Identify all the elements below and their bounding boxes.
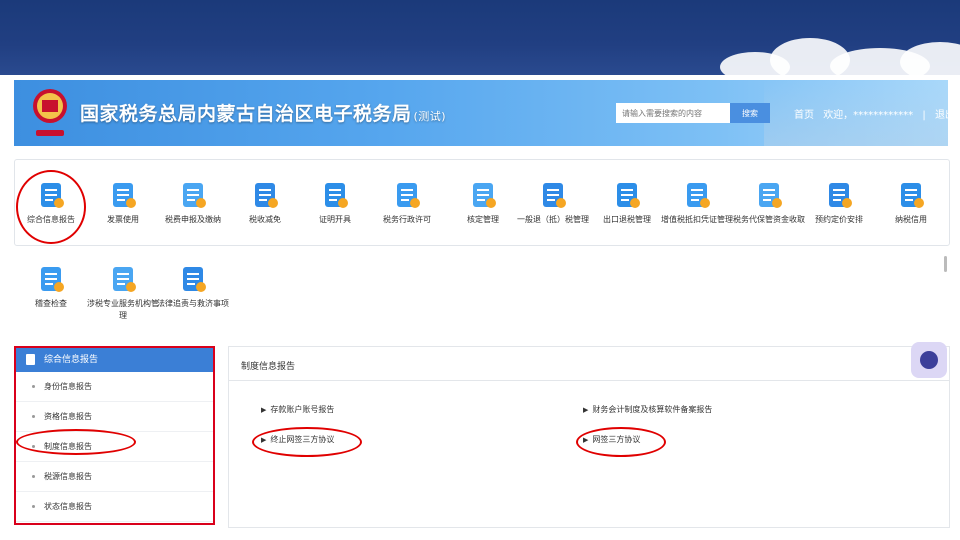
scrollbar-handle[interactable] xyxy=(944,256,947,272)
assistant-robot-button[interactable] xyxy=(911,342,947,378)
site-title-text: 国家税务总局内蒙古自治区电子税务局 xyxy=(80,103,412,125)
menu-item-3[interactable]: 税费申报及缴纳 xyxy=(154,180,232,226)
highlight-circle-annotation xyxy=(16,170,86,244)
menu-item-label: 税务代保管资金收取 xyxy=(733,215,805,224)
menu-item-8[interactable]: 一般退（抵）税管理 xyxy=(514,180,592,226)
menu-item-13[interactable]: 纳税信用 xyxy=(872,180,950,226)
menu-item-label: 税费申报及缴纳 xyxy=(165,215,221,224)
link-label: 财务会计制度及核算软件备案报告 xyxy=(592,405,713,414)
menu-item-label: 税收减免 xyxy=(249,215,281,224)
separator: | xyxy=(922,110,926,121)
highlight-ring-annotation xyxy=(16,429,136,455)
sidebar-item-qualification[interactable]: 资格信息报告 xyxy=(16,402,213,432)
triangle-icon: ▶ xyxy=(261,406,267,414)
menu-item-label: 税务行政许可 xyxy=(383,215,431,224)
slide-top-banner xyxy=(0,0,960,75)
search-input[interactable] xyxy=(616,103,730,123)
site-header: 国家税务总局内蒙古自治区电子税务局(测试) 搜索 首页 欢迎，*********… xyxy=(14,80,948,146)
admin-license-icon xyxy=(392,180,422,210)
tax-payment-icon xyxy=(178,180,208,210)
pricing-schedule-icon xyxy=(824,180,854,210)
certificate-icon xyxy=(320,180,350,210)
robot-icon xyxy=(920,351,938,369)
menu-item-14[interactable]: 稽查检查 xyxy=(12,264,90,310)
tax-emblem-logo xyxy=(33,89,67,136)
menu-item-label: 发票使用 xyxy=(107,215,139,224)
tax-refund-icon xyxy=(538,180,568,210)
tax-relief-icon xyxy=(250,180,280,210)
service-agency-icon xyxy=(108,264,138,294)
menu-item-16[interactable]: 法律追责与救济事项 xyxy=(154,264,232,310)
link-accounting-system[interactable]: ▶ 财务会计制度及核算软件备案报告 xyxy=(583,404,712,415)
export-refund-icon xyxy=(612,180,642,210)
menu-item-5[interactable]: 证明开具 xyxy=(296,180,374,226)
menu-item-10[interactable]: 增值税抵扣凭证管理 xyxy=(658,180,736,226)
logout-link[interactable]: 退出 xyxy=(935,110,948,121)
invoice-icon xyxy=(108,180,138,210)
menu-item-2[interactable]: 发票使用 xyxy=(84,180,162,226)
inspection-icon xyxy=(36,264,66,294)
sidebar-item-identity[interactable]: 身份信息报告 xyxy=(16,372,213,402)
welcome-text: 欢迎，************ xyxy=(823,110,914,121)
tax-credit-icon xyxy=(896,180,926,210)
menu-item-11[interactable]: 税务代保管资金收取 xyxy=(730,180,808,226)
menu-item-label: 预约定价安排 xyxy=(815,215,863,224)
sidebar-item-tax-source[interactable]: 税源信息报告 xyxy=(16,462,213,492)
site-title: 国家税务总局内蒙古自治区电子税务局 (测试) xyxy=(80,99,446,126)
highlight-ring-annotation xyxy=(576,427,666,457)
menu-item-label: 稽查检查 xyxy=(35,299,67,308)
vat-voucher-icon xyxy=(682,180,712,210)
triangle-icon: ▶ xyxy=(583,406,589,414)
menu-item-label: 涉税专业服务机构管理 xyxy=(87,299,159,320)
link-label: 存款账户账号报告 xyxy=(270,405,335,414)
cloud-decoration xyxy=(900,42,960,75)
sidebar-title: 综合信息报告 xyxy=(44,355,99,365)
menu-item-12[interactable]: 预约定价安排 xyxy=(800,180,878,226)
content-divider xyxy=(229,380,949,381)
menu-item-6[interactable]: 税务行政许可 xyxy=(368,180,446,226)
menu-item-label: 一般退（抵）税管理 xyxy=(517,215,589,224)
assessment-icon xyxy=(468,180,498,210)
top-links: 首页 欢迎，************ | 退出 xyxy=(794,106,948,121)
menu-item-label: 证明开具 xyxy=(319,215,351,224)
home-link[interactable]: 首页 xyxy=(794,110,814,121)
menu-item-7[interactable]: 核定管理 xyxy=(444,180,522,226)
highlight-ring-annotation xyxy=(252,427,362,457)
content-title: 制度信息报告 xyxy=(241,362,296,372)
search-button[interactable]: 搜索 xyxy=(730,103,770,123)
sidebar-item-status[interactable]: 状态信息报告 xyxy=(16,492,213,522)
sidebar-header: 综合信息报告 xyxy=(16,348,213,372)
menu-item-label: 出口退税管理 xyxy=(603,215,651,224)
menu-item-label: 核定管理 xyxy=(467,215,499,224)
link-deposit-account[interactable]: ▶ 存款账户账号报告 xyxy=(261,404,334,415)
custody-fund-icon xyxy=(754,180,784,210)
test-tag: (测试) xyxy=(413,110,447,123)
menu-item-15[interactable]: 涉税专业服务机构管理 xyxy=(84,264,162,322)
document-icon xyxy=(26,354,35,365)
menu-item-label: 纳税信用 xyxy=(895,215,927,224)
menu-item-label: 法律追责与救济事项 xyxy=(157,299,229,308)
menu-item-4[interactable]: 税收减免 xyxy=(226,180,304,226)
menu-item-9[interactable]: 出口退税管理 xyxy=(588,180,666,226)
legal-remedy-icon xyxy=(178,264,208,294)
menu-item-label: 增值税抵扣凭证管理 xyxy=(661,215,733,224)
